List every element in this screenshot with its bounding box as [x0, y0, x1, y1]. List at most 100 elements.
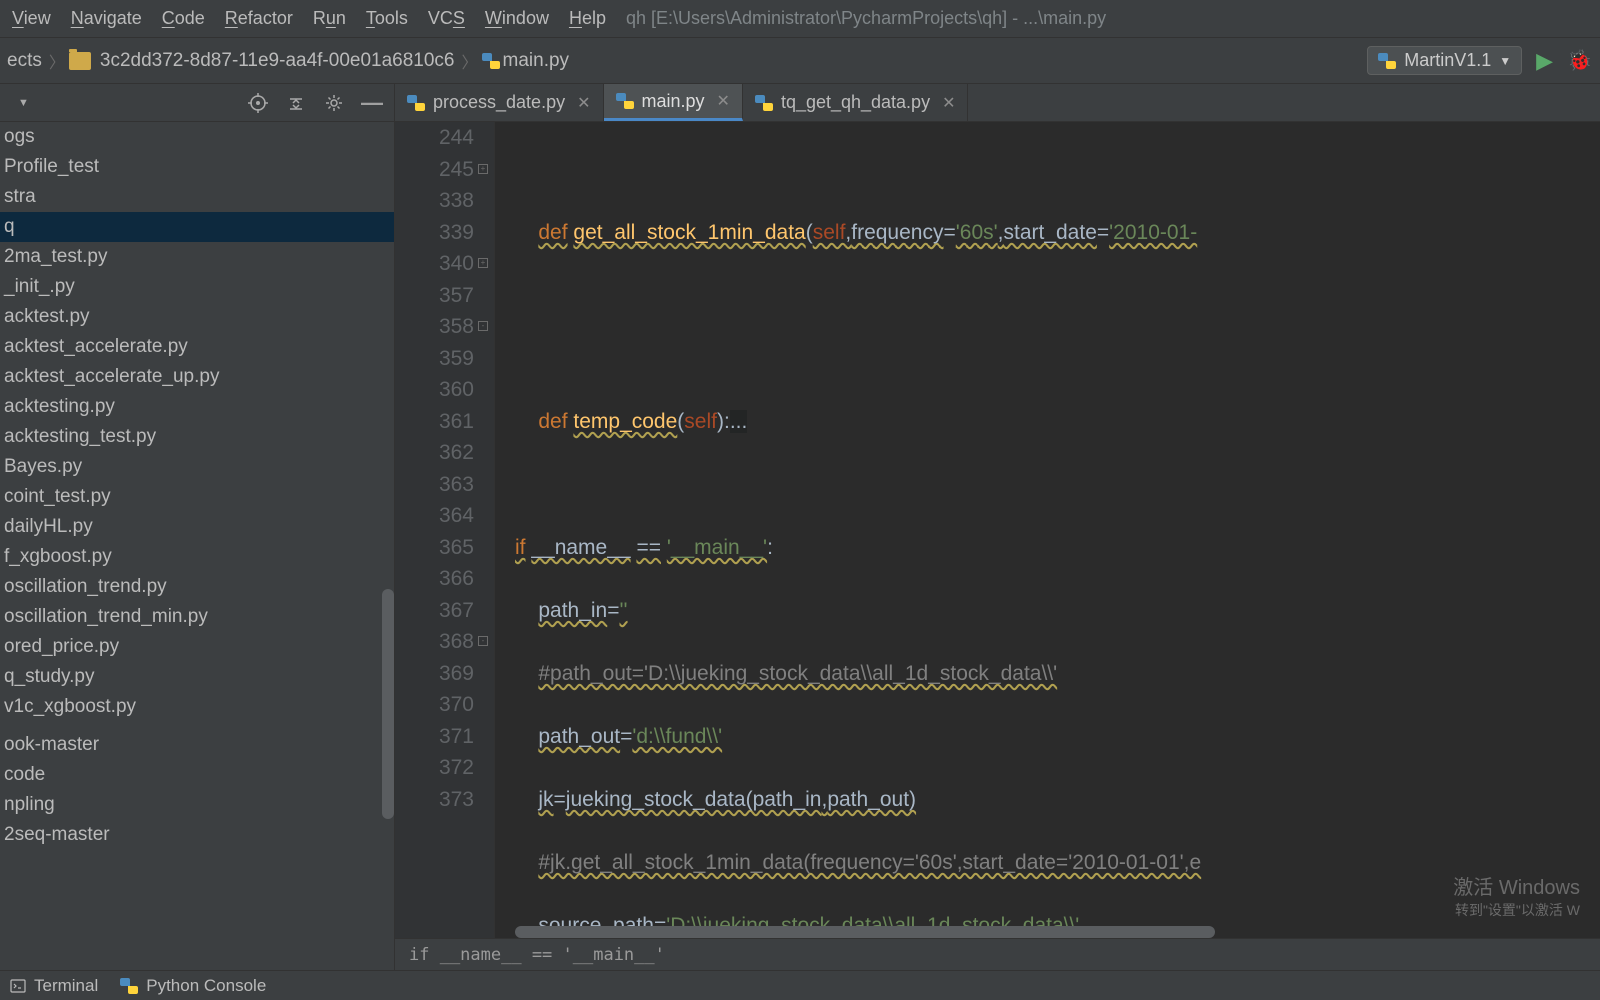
tree-item[interactable]: acktest_accelerate.py	[0, 332, 394, 362]
menubar: View Navigate Code Refactor Run Tools VC…	[0, 0, 1600, 38]
collapse-icon[interactable]	[286, 93, 306, 113]
window-title: qh [E:\Users\Administrator\PycharmProjec…	[626, 8, 1106, 29]
python-file-icon	[407, 94, 425, 112]
tree-item[interactable]: f_xgboost.py	[0, 542, 394, 572]
python-file-icon	[755, 94, 773, 112]
horizontal-scrollbar[interactable]	[515, 926, 1215, 938]
status-bar: Terminal Python Console	[0, 970, 1600, 1000]
line-number[interactable]: 362	[395, 437, 474, 469]
editor-breadcrumb[interactable]: if __name__ == '__main__'	[395, 938, 1600, 970]
tree-item[interactable]: ogs	[0, 122, 394, 152]
menu-code[interactable]: Code	[152, 4, 215, 33]
menu-vcs[interactable]: VCS	[418, 4, 475, 33]
menu-run[interactable]: Run	[303, 4, 356, 33]
run-config-selector[interactable]: MartinV1.1 ▼	[1367, 46, 1522, 75]
line-number[interactable]: 368-	[395, 626, 474, 658]
tree-item[interactable]: q_study.py	[0, 662, 394, 692]
line-number[interactable]: 338	[395, 185, 474, 217]
line-number[interactable]: 367	[395, 595, 474, 627]
terminal-tool[interactable]: Terminal	[10, 976, 98, 996]
fold-icon[interactable]: -	[478, 636, 488, 646]
line-number[interactable]: 359	[395, 343, 474, 375]
scrollbar-thumb[interactable]	[382, 589, 394, 819]
tree-item[interactable]: oscillation_trend_min.py	[0, 602, 394, 632]
tree-item[interactable]: acktesting_test.py	[0, 422, 394, 452]
tree-item[interactable]: _init_.py	[0, 272, 394, 302]
tree-item[interactable]: oscillation_trend.py	[0, 572, 394, 602]
tree-item[interactable]: code	[0, 760, 394, 790]
tree-item[interactable]: 2ma_test.py	[0, 242, 394, 272]
fold-icon[interactable]: -	[478, 321, 488, 331]
tree-item[interactable]: q	[0, 212, 394, 242]
tree-item[interactable]: v1c_xgboost.py	[0, 692, 394, 722]
tree-item[interactable]: Profile_test	[0, 152, 394, 182]
tree-item[interactable]: Bayes.py	[0, 452, 394, 482]
breadcrumbs: ects 〉 3c2dd372-8d87-11e9-aa4f-00e01a681…	[4, 49, 1367, 73]
line-number[interactable]: 340+	[395, 248, 474, 280]
code-text[interactable]: def get_all_stock_1min_data(self,frequen…	[495, 122, 1600, 938]
line-number[interactable]: 363	[395, 469, 474, 501]
line-number[interactable]: 373	[395, 784, 474, 816]
terminal-icon	[10, 978, 26, 994]
line-number[interactable]: 369	[395, 658, 474, 690]
code-area[interactable]: 244245+338339340+357358▶-359360361362363…	[395, 122, 1600, 938]
line-number[interactable]: 339	[395, 217, 474, 249]
tree-item[interactable]: ook-master	[0, 730, 394, 760]
tree-item[interactable]: coint_test.py	[0, 482, 394, 512]
menu-tools[interactable]: Tools	[356, 4, 418, 33]
crumb-folder[interactable]: 3c2dd372-8d87-11e9-aa4f-00e01a6810c6	[97, 50, 458, 72]
run-button[interactable]: ▶	[1536, 48, 1553, 74]
gear-icon[interactable]	[324, 93, 344, 113]
line-number[interactable]: 245+	[395, 154, 474, 186]
python-file-icon	[616, 92, 634, 110]
project-tree[interactable]: ogsProfile_teststraq2ma_test.py_init_.py…	[0, 122, 394, 970]
menu-window[interactable]: Window	[475, 4, 559, 33]
sidebar-toolbar: ▼ —	[0, 84, 394, 122]
line-number[interactable]: 366	[395, 563, 474, 595]
editor-tab[interactable]: process_date.py✕	[395, 84, 604, 121]
line-number[interactable]: 371	[395, 721, 474, 753]
crumb-projects[interactable]: ects	[4, 50, 45, 72]
line-number[interactable]: 372	[395, 752, 474, 784]
locate-icon[interactable]	[248, 93, 268, 113]
tree-item[interactable]: dailyHL.py	[0, 512, 394, 542]
menu-refactor[interactable]: Refactor	[215, 4, 303, 33]
close-tab-icon[interactable]: ✕	[717, 91, 730, 111]
debug-button[interactable]: 🐞	[1567, 48, 1592, 73]
scope-dropdown[interactable]: ▼	[18, 94, 36, 112]
tree-item[interactable]	[0, 722, 394, 730]
gutter[interactable]: 244245+338339340+357358▶-359360361362363…	[395, 122, 495, 938]
tree-item[interactable]: acktest_accelerate_up.py	[0, 362, 394, 392]
tree-item[interactable]: ored_price.py	[0, 632, 394, 662]
line-number[interactable]: 357	[395, 280, 474, 312]
tree-item[interactable]: 2seq-master	[0, 820, 394, 850]
menu-view[interactable]: View	[2, 4, 61, 33]
run-config-label: MartinV1.1	[1404, 50, 1491, 71]
fold-icon[interactable]: +	[478, 164, 488, 174]
tree-item[interactable]: acktesting.py	[0, 392, 394, 422]
minimize-icon[interactable]: —	[362, 93, 382, 113]
toolbar-right: MartinV1.1 ▼ ▶ 🐞	[1367, 46, 1596, 75]
tree-item[interactable]: stra	[0, 182, 394, 212]
line-number[interactable]: 370	[395, 689, 474, 721]
line-number[interactable]: 361	[395, 406, 474, 438]
editor-tab[interactable]: tq_get_qh_data.py✕	[743, 84, 969, 121]
tree-item[interactable]: npling	[0, 790, 394, 820]
menu-navigate[interactable]: Navigate	[61, 4, 152, 33]
python-console-tool[interactable]: Python Console	[120, 976, 266, 996]
menu-help[interactable]: Help	[559, 4, 616, 33]
tree-item[interactable]: acktest.py	[0, 302, 394, 332]
line-number[interactable]: 365	[395, 532, 474, 564]
crumb-file[interactable]: main.py	[500, 50, 573, 72]
navigation-bar: ects 〉 3c2dd372-8d87-11e9-aa4f-00e01a681…	[0, 38, 1600, 84]
close-tab-icon[interactable]: ✕	[577, 93, 590, 113]
close-tab-icon[interactable]: ✕	[942, 93, 955, 113]
line-number[interactable]: 364	[395, 500, 474, 532]
line-number[interactable]: 358▶-	[395, 311, 474, 343]
editor-tabs: process_date.py✕main.py✕tq_get_qh_data.p…	[395, 84, 1600, 122]
line-number[interactable]: 244	[395, 122, 474, 154]
editor-tab[interactable]: main.py✕	[604, 84, 743, 121]
line-number[interactable]: 360	[395, 374, 474, 406]
fold-icon[interactable]: +	[478, 258, 488, 268]
tree-item[interactable]	[0, 850, 394, 858]
